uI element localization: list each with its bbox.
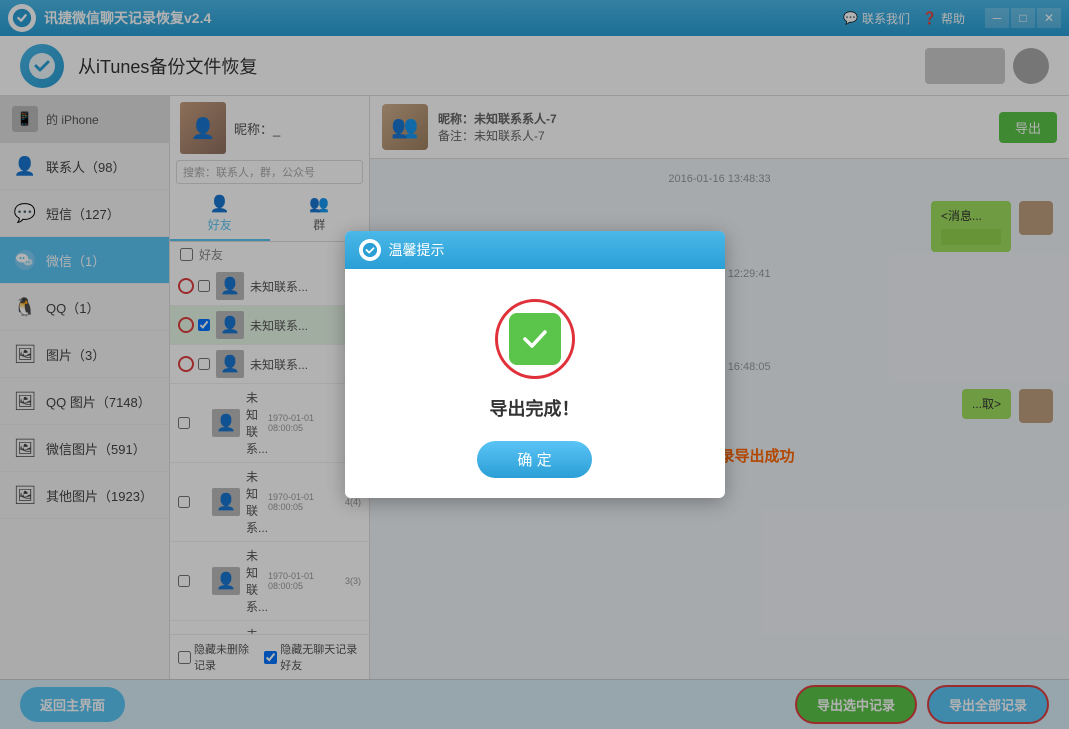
dialog-title-bar: 温馨提示 xyxy=(345,231,725,269)
dialog-body: 导出完成！ 确 定 xyxy=(345,269,725,498)
dialog-check-circle xyxy=(495,299,575,379)
dialog-title: 温馨提示 xyxy=(389,240,445,260)
dialog-check-inner xyxy=(509,313,561,365)
dialog: 温馨提示 导出完成！ 确 定 xyxy=(345,231,725,498)
dialog-message: 导出完成！ xyxy=(365,395,705,421)
dialog-overlay: 温馨提示 导出完成！ 确 定 xyxy=(0,0,1069,729)
dialog-logo xyxy=(359,239,381,261)
dialog-ok-btn[interactable]: 确 定 xyxy=(477,441,591,478)
